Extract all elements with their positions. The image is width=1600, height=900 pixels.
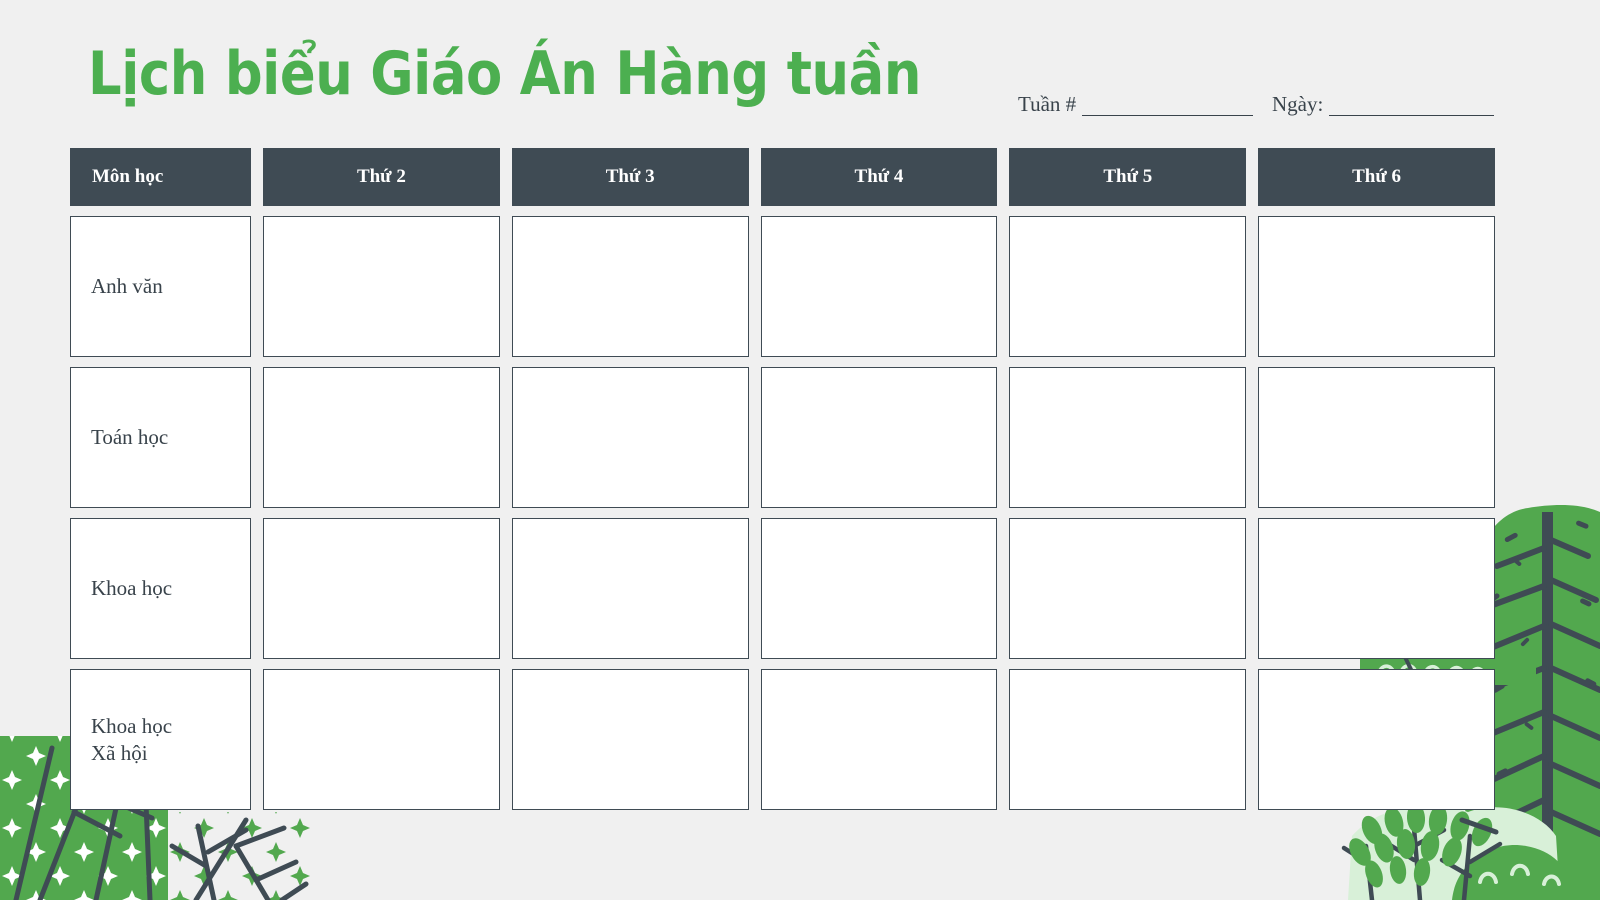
subject-cell: Toán học: [70, 367, 251, 508]
date-field-input[interactable]: [1329, 93, 1494, 116]
table-row: Khoa học: [70, 518, 1495, 659]
subject-cell: Khoa học: [70, 518, 251, 659]
subject-cell: Khoa học Xã hội: [70, 669, 251, 810]
header-cell-day-1: Thứ 2: [263, 148, 500, 206]
subject-label: Khoa học: [91, 576, 173, 600]
branch-sparkle-icon: [168, 812, 310, 900]
foreground-tree-overlap-icon: [1459, 817, 1499, 835]
header-day-label: Thứ 3: [605, 166, 655, 187]
entry-cell[interactable]: [760, 367, 998, 508]
table-row: Anh văn: [70, 216, 1495, 357]
leafy-shrub-icon: [1341, 803, 1576, 900]
header-cell-day-4: Thứ 5: [1009, 148, 1247, 206]
header-day-label: Thứ 4: [854, 166, 904, 187]
poster-header: Lịch biểu Giáo Án Hàng tuần Tuần # Ngày:: [0, 0, 1600, 140]
entry-cell[interactable]: [1258, 518, 1495, 659]
entry-cell[interactable]: [1258, 216, 1495, 357]
weekly-schedule-table: Môn học Thứ 2 Thứ 3 Thứ 4 Thứ 5 Thứ 6 An…: [70, 148, 1495, 810]
entry-cell[interactable]: [760, 216, 998, 357]
subject-label: Toán học: [91, 425, 169, 449]
entry-cell[interactable]: [263, 518, 500, 659]
entry-cell[interactable]: [1258, 367, 1495, 508]
entry-cell[interactable]: [1009, 518, 1247, 659]
entry-cell[interactable]: [511, 669, 749, 810]
entry-cell[interactable]: [760, 669, 998, 810]
week-field[interactable]: Tuần #: [1018, 82, 1253, 116]
entry-cell[interactable]: [263, 216, 500, 357]
entry-cell[interactable]: [1009, 216, 1247, 357]
week-field-label: Tuần #: [1018, 92, 1077, 116]
foreground-branch-icon: [193, 817, 287, 900]
subject-cell: Anh văn: [70, 216, 251, 357]
subject-label: Anh văn: [91, 274, 163, 298]
page-title: Lịch biểu Giáo Án Hàng tuần: [88, 39, 922, 109]
date-field-label: Ngày:: [1272, 92, 1324, 116]
table-row: Toán học: [70, 367, 1495, 508]
poster-canvas: Lịch biểu Giáo Án Hàng tuần Tuần # Ngày:…: [0, 0, 1600, 900]
entry-cell[interactable]: [511, 216, 749, 357]
table-header-row: Môn học Thứ 2 Thứ 3 Thứ 4 Thứ 5 Thứ 6: [70, 148, 1495, 206]
entry-cell[interactable]: [760, 518, 998, 659]
date-field[interactable]: Ngày:: [1272, 82, 1494, 116]
header-subject-label: Môn học: [92, 166, 164, 187]
entry-cell[interactable]: [511, 367, 749, 508]
entry-cell[interactable]: [263, 669, 500, 810]
subject-label: Khoa học Xã hội: [91, 713, 173, 765]
header-day-label: Thứ 5: [1103, 166, 1153, 187]
header-cell-day-2: Thứ 3: [511, 148, 749, 206]
header-cell-day-3: Thứ 4: [760, 148, 998, 206]
entry-cell[interactable]: [511, 518, 749, 659]
header-day-label: Thứ 6: [1352, 166, 1402, 187]
header-day-label: Thứ 2: [356, 166, 406, 187]
entry-cell[interactable]: [263, 367, 500, 508]
header-cell-subject: Môn học: [70, 148, 251, 206]
header-cell-day-5: Thứ 6: [1258, 148, 1495, 206]
entry-cell[interactable]: [1009, 669, 1247, 810]
entry-cell[interactable]: [1258, 669, 1495, 810]
table-row: Khoa học Xã hội: [70, 669, 1495, 810]
entry-cell[interactable]: [1009, 367, 1247, 508]
week-field-input[interactable]: [1082, 93, 1253, 116]
